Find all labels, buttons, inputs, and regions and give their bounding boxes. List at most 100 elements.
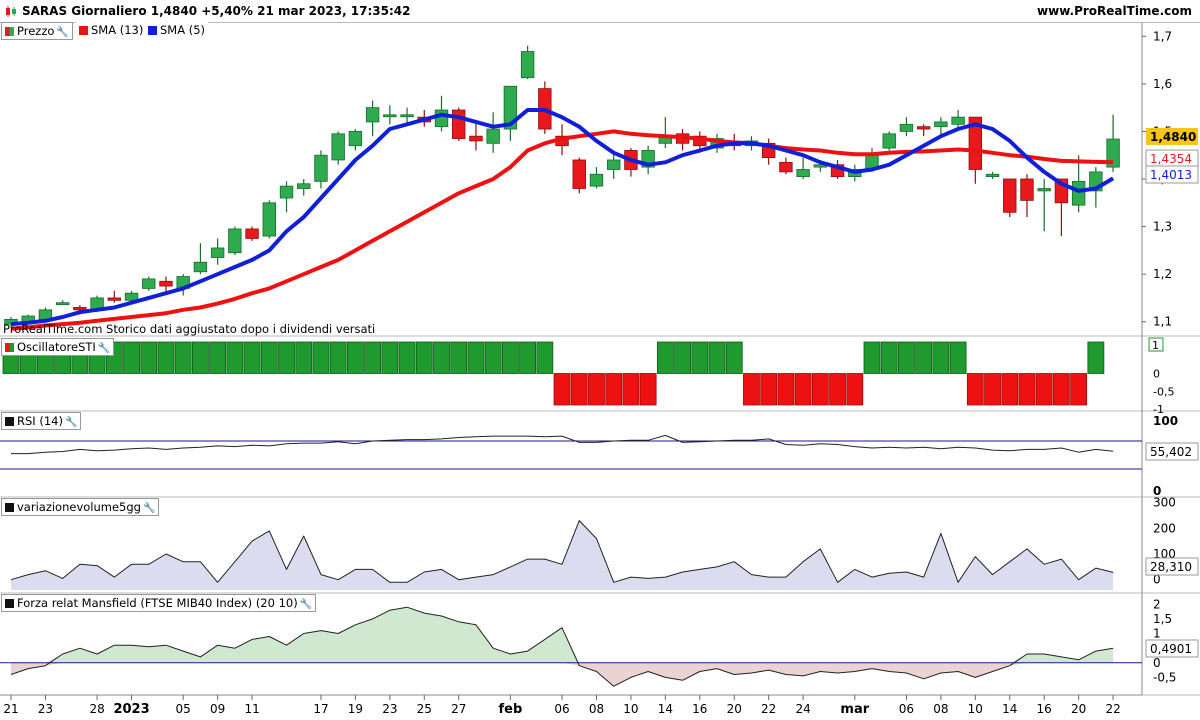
sti-bar <box>1070 373 1088 406</box>
x-tick-label: 16 <box>692 702 707 716</box>
sma5-swatch-icon <box>148 26 157 35</box>
sti-bar <box>1087 341 1105 374</box>
x-tick-label: 08 <box>589 702 604 716</box>
candle-body <box>899 123 914 132</box>
sti-bar <box>691 341 709 374</box>
wrench-icon[interactable]: 🔧 <box>56 25 68 41</box>
candle-body <box>1020 178 1034 201</box>
legend-sma13[interactable]: SMA (13) <box>76 22 147 38</box>
candle <box>142 276 156 291</box>
x-tick-label: 21 <box>3 702 18 716</box>
sti-bar <box>415 341 433 374</box>
sti-bar <box>364 341 382 374</box>
sti-bar <box>140 341 158 374</box>
legend-sma5[interactable]: SMA (5) <box>145 22 209 38</box>
legend-rsi[interactable]: RSI (14) 🔧 <box>1 412 82 431</box>
sti-bar <box>846 373 864 406</box>
x-tick-label: 19 <box>348 702 363 716</box>
sti-bar <box>209 341 227 374</box>
sti-bar <box>588 373 605 406</box>
vol-tick-label: 300 <box>1153 496 1176 510</box>
sti-bar <box>984 373 1001 406</box>
candle <box>882 131 896 151</box>
candle-body <box>124 292 139 301</box>
sti-last-label: 1 <box>1152 339 1159 352</box>
x-tick-label: 09 <box>210 702 225 716</box>
mansfield-tick-label: 1 <box>1153 627 1161 641</box>
candle-body <box>882 133 896 149</box>
sti-bar <box>260 341 278 374</box>
rsi-last-label: 55,402 <box>1150 445 1192 459</box>
candle <box>761 138 776 165</box>
vol-swatch-icon <box>5 503 14 512</box>
wrench-icon[interactable]: 🔧 <box>300 597 312 613</box>
candle <box>469 121 483 151</box>
sti-bar <box>295 341 313 374</box>
candle <box>572 157 586 194</box>
candle-body <box>469 135 483 142</box>
x-tick-label: 10 <box>968 702 983 716</box>
candle <box>210 238 225 265</box>
candle-body <box>985 173 1000 178</box>
legend-mansfield[interactable]: Forza relat Mansfield (FTSE MIB40 Index)… <box>1 594 317 613</box>
sti-bar <box>639 373 657 406</box>
sti-bar <box>863 341 881 374</box>
candle-body <box>520 51 535 79</box>
site-link[interactable]: www.ProRealTime.com <box>1037 0 1192 22</box>
candle-body <box>348 131 363 147</box>
candle <box>331 131 345 165</box>
sti-bar <box>1001 373 1019 406</box>
x-tick-label: 08 <box>933 702 948 716</box>
candle <box>1071 155 1086 213</box>
candle-body <box>951 116 965 125</box>
x-tick-label: 20 <box>1071 702 1086 716</box>
sti-bar <box>1018 373 1036 406</box>
candle <box>452 107 466 141</box>
x-tick-label: 23 <box>382 702 397 716</box>
candle <box>675 129 690 151</box>
candle-body <box>607 159 621 170</box>
sti-bar <box>966 373 984 406</box>
sti-bar <box>794 373 812 406</box>
sti-bar <box>725 341 743 374</box>
x-tick-label: 05 <box>176 702 191 716</box>
candle-body <box>365 107 380 123</box>
candle-body <box>262 202 277 237</box>
candle <box>107 290 122 303</box>
wrench-icon[interactable]: 🔧 <box>98 341 110 357</box>
legend-price-label: Prezzo <box>17 24 55 38</box>
wrench-icon[interactable]: 🔧 <box>143 501 155 517</box>
wrench-icon[interactable]: 🔧 <box>65 415 77 431</box>
candle-body <box>210 247 225 258</box>
mansfield-swatch-icon <box>5 599 14 608</box>
sti-bar <box>949 341 967 374</box>
candle <box>538 81 552 134</box>
candle <box>658 117 673 149</box>
sti-bar <box>880 341 898 374</box>
candle-body <box>314 154 328 182</box>
sti-bar <box>708 341 726 374</box>
sti-bar <box>760 373 778 406</box>
sti-bar <box>674 341 691 374</box>
candle-body <box>383 114 397 118</box>
candle <box>1020 174 1034 218</box>
legend-vol[interactable]: variazionevolume5gg 🔧 <box>1 498 160 517</box>
candle-body <box>1037 188 1051 192</box>
candle-body <box>55 302 70 306</box>
legend-price[interactable]: Prezzo 🔧 <box>1 22 73 40</box>
sti-bar <box>501 341 519 374</box>
chart-header: SARAS Giornaliero 1,4840 +5,40% 21 mar 2… <box>0 0 1200 23</box>
legend-sti[interactable]: OscillatoreSTI 🔧 <box>1 338 115 357</box>
last-sma5-label: 1,4013 <box>1150 168 1192 182</box>
sti-bar <box>243 341 261 374</box>
candle-body <box>73 307 87 311</box>
candle <box>779 157 793 175</box>
sti-bar <box>381 341 399 374</box>
candle <box>520 45 535 80</box>
sti-bar <box>777 373 795 406</box>
candle <box>589 167 604 189</box>
candle-body <box>434 109 449 128</box>
x-tick-label: 16 <box>1037 702 1052 716</box>
x-tick-label: 27 <box>451 702 466 716</box>
sti-swatch-icon <box>5 343 14 352</box>
